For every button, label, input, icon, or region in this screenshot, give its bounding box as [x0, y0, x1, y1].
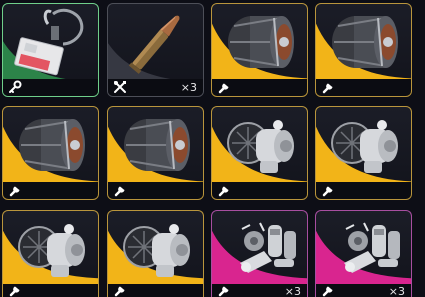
slot-footer: [108, 182, 203, 199]
turbine-engine-image: [331, 120, 398, 173]
engine-parts-kit-image: [344, 222, 400, 273]
slot-footer: [3, 182, 98, 199]
slot-footer: [212, 182, 307, 199]
inventory-slot-engine-parts[interactable]: ×3: [315, 210, 412, 297]
wrench-icon: [322, 83, 333, 94]
inventory-slot-turbine-engine[interactable]: [315, 106, 412, 200]
item-quantity: ×3: [388, 285, 405, 297]
wrench-icon: [114, 186, 125, 197]
keycard-lanyard-image: [14, 8, 84, 76]
slot-footer: [316, 182, 411, 199]
inventory-slot-turbine-engine[interactable]: [2, 210, 99, 297]
canister-engine-image: [332, 16, 398, 68]
inventory-slot-turbine-engine[interactable]: [107, 210, 204, 297]
inventory-slot-canister-engine[interactable]: [107, 106, 204, 200]
engine-parts-kit-image: [240, 222, 296, 273]
crossed-tools-icon: [114, 81, 126, 93]
inventory-slot-engine-parts[interactable]: ×3: [211, 210, 308, 297]
slot-footer: ×3: [316, 284, 411, 297]
wrench-icon: [322, 286, 333, 297]
wrench-icon: [322, 186, 333, 197]
inventory-slot-canister-engine[interactable]: [2, 106, 99, 200]
wrench-icon: [218, 286, 229, 297]
slot-footer: ×3: [108, 79, 203, 96]
wrench-icon: [9, 286, 20, 297]
slot-footer: [3, 79, 98, 96]
inventory-grid: ×3 ×3 ×3: [0, 0, 425, 297]
rifle-cartridge-image: [128, 15, 180, 74]
wrench-icon: [9, 186, 20, 197]
inventory-slot-turbine-engine[interactable]: [211, 106, 308, 200]
inventory-slot-keycard[interactable]: [2, 3, 99, 97]
item-quantity: ×3: [180, 81, 197, 94]
canister-engine-image: [124, 119, 190, 171]
inventory-slot-cartridge[interactable]: ×3: [107, 3, 204, 97]
item-quantity: ×3: [284, 285, 301, 297]
slot-footer: [212, 79, 307, 96]
turbine-engine-image: [123, 224, 190, 277]
inventory-slot-canister-engine[interactable]: [315, 3, 412, 97]
slot-footer: [316, 79, 411, 96]
wrench-icon: [218, 83, 229, 94]
wrench-icon: [218, 186, 229, 197]
turbine-engine-image: [18, 224, 85, 277]
wrench-icon: [114, 286, 125, 297]
key-icon: [9, 80, 22, 93]
inventory-slot-canister-engine[interactable]: [211, 3, 308, 97]
turbine-engine-image: [227, 120, 294, 173]
slot-footer: ×3: [212, 284, 307, 297]
slot-footer: [108, 284, 203, 297]
canister-engine-image: [228, 16, 294, 68]
slot-footer: [3, 284, 98, 297]
canister-engine-image: [19, 119, 85, 171]
